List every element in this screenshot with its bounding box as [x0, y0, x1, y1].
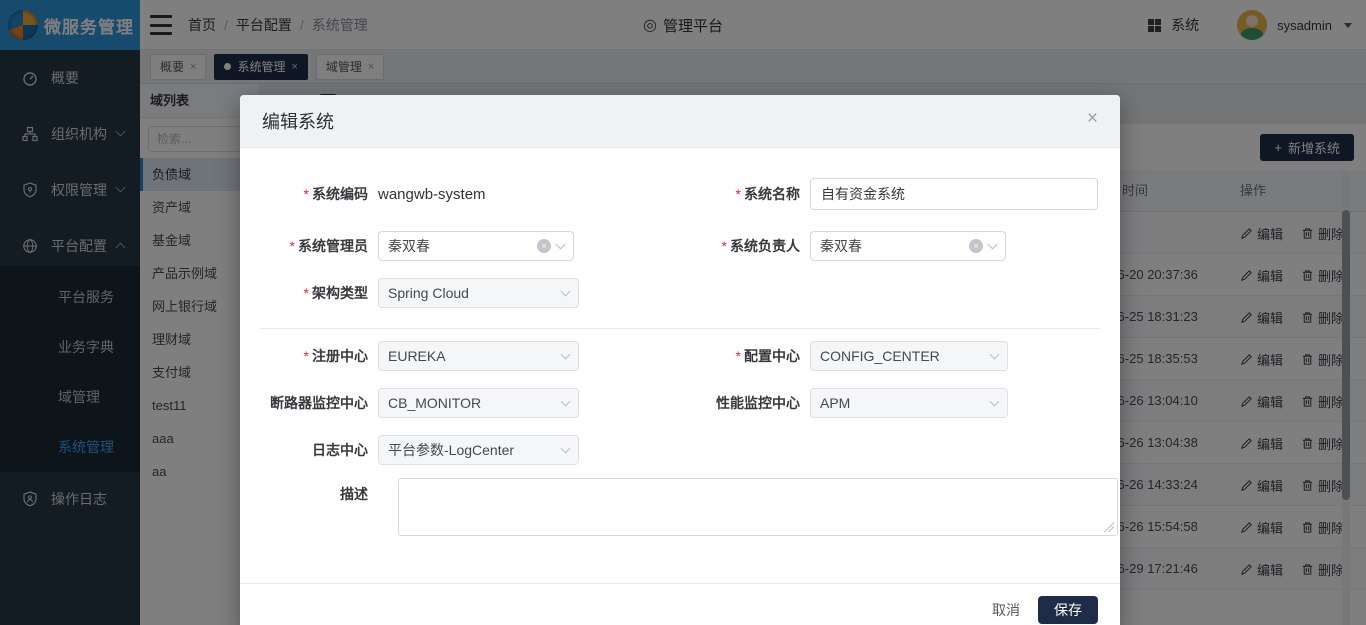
- field-label-system-name: *系统名称: [690, 184, 800, 204]
- chevron-down-icon: [990, 350, 1000, 360]
- form-divider: [260, 328, 1100, 329]
- cancel-button[interactable]: 取消: [992, 600, 1020, 620]
- field-label-system-code: *系统编码: [260, 184, 368, 204]
- select-value: CB_MONITOR: [388, 395, 481, 411]
- form-row: *架构类型 Spring Cloud: [260, 277, 1100, 309]
- clear-icon[interactable]: ×: [537, 239, 551, 253]
- form-row: *系统管理员 秦双春 × *系统负责人 秦双春 ×: [260, 230, 1100, 262]
- field-label-description: 描述: [260, 484, 368, 504]
- apm-center-select[interactable]: APM: [810, 388, 1008, 418]
- save-button[interactable]: 保存: [1038, 596, 1098, 624]
- system-owner-select[interactable]: 秦双春 ×: [810, 231, 1006, 261]
- select-value: 平台参数-LogCenter: [388, 440, 514, 460]
- clear-icon[interactable]: ×: [969, 239, 983, 253]
- description-textarea[interactable]: [398, 478, 1118, 536]
- required-asterisk: *: [736, 348, 741, 364]
- select-value: Spring Cloud: [388, 285, 469, 301]
- registry-center-select[interactable]: EUREKA: [378, 341, 579, 371]
- architecture-type-select[interactable]: Spring Cloud: [378, 278, 579, 308]
- field-label-apm-center: 性能监控中心: [690, 393, 800, 413]
- required-asterisk: *: [304, 285, 309, 301]
- select-value: 秦双春: [820, 236, 862, 256]
- form-row: *注册中心 EUREKA *配置中心 CONFIG_CENTER: [260, 340, 1100, 372]
- field-label-architecture-type: *架构类型: [260, 283, 368, 303]
- chevron-down-icon: [556, 240, 566, 250]
- config-center-select[interactable]: CONFIG_CENTER: [810, 341, 1008, 371]
- chevron-down-icon: [561, 444, 571, 454]
- form-row: *系统编码 wangwb-system *系统名称: [260, 178, 1100, 210]
- select-value: APM: [820, 395, 850, 411]
- select-value: 秦双春: [388, 236, 430, 256]
- chevron-down-icon: [990, 397, 1000, 407]
- field-label-circuit-breaker-center: 断路器监控中心: [260, 393, 368, 413]
- required-asterisk: *: [304, 186, 309, 202]
- field-label-config-center: *配置中心: [690, 346, 800, 366]
- app-root: 微服务管理 首页 / 平台配置 / 系统管理 ◎ 管理平台 系统 sysadmi…: [0, 0, 1366, 625]
- circuit-breaker-center-select[interactable]: CB_MONITOR: [378, 388, 579, 418]
- form-row: 描述: [260, 478, 1100, 538]
- required-asterisk: *: [304, 348, 309, 364]
- system-name-input[interactable]: [810, 178, 1098, 210]
- form-row: 日志中心 平台参数-LogCenter: [260, 434, 1100, 466]
- select-value: EUREKA: [388, 348, 446, 364]
- required-asterisk: *: [736, 186, 741, 202]
- field-label-registry-center: *注册中心: [260, 346, 368, 366]
- required-asterisk: *: [290, 238, 295, 254]
- chevron-down-icon: [561, 287, 571, 297]
- field-label-log-center: 日志中心: [260, 440, 368, 460]
- required-asterisk: *: [722, 238, 727, 254]
- select-value: CONFIG_CENTER: [820, 348, 940, 364]
- system-admin-select[interactable]: 秦双春 ×: [378, 231, 574, 261]
- field-label-system-owner: *系统负责人: [690, 236, 800, 256]
- chevron-down-icon: [561, 350, 571, 360]
- chevron-down-icon: [988, 240, 998, 250]
- modal-footer: 取消 保存: [240, 584, 1120, 625]
- field-label-system-admin: *系统管理员: [260, 236, 368, 256]
- modal-header: 编辑系统: [240, 95, 1120, 148]
- chevron-down-icon: [561, 397, 571, 407]
- close-icon[interactable]: ×: [1087, 109, 1098, 128]
- system-code-value: wangwb-system: [378, 186, 486, 203]
- log-center-select[interactable]: 平台参数-LogCenter: [378, 435, 579, 465]
- form-row: 断路器监控中心 CB_MONITOR 性能监控中心 APM: [260, 387, 1100, 419]
- modal-title: 编辑系统: [262, 108, 334, 134]
- edit-system-modal: 编辑系统 × *系统编码 wangwb-system *系统名称 *系统管理员 …: [240, 95, 1120, 625]
